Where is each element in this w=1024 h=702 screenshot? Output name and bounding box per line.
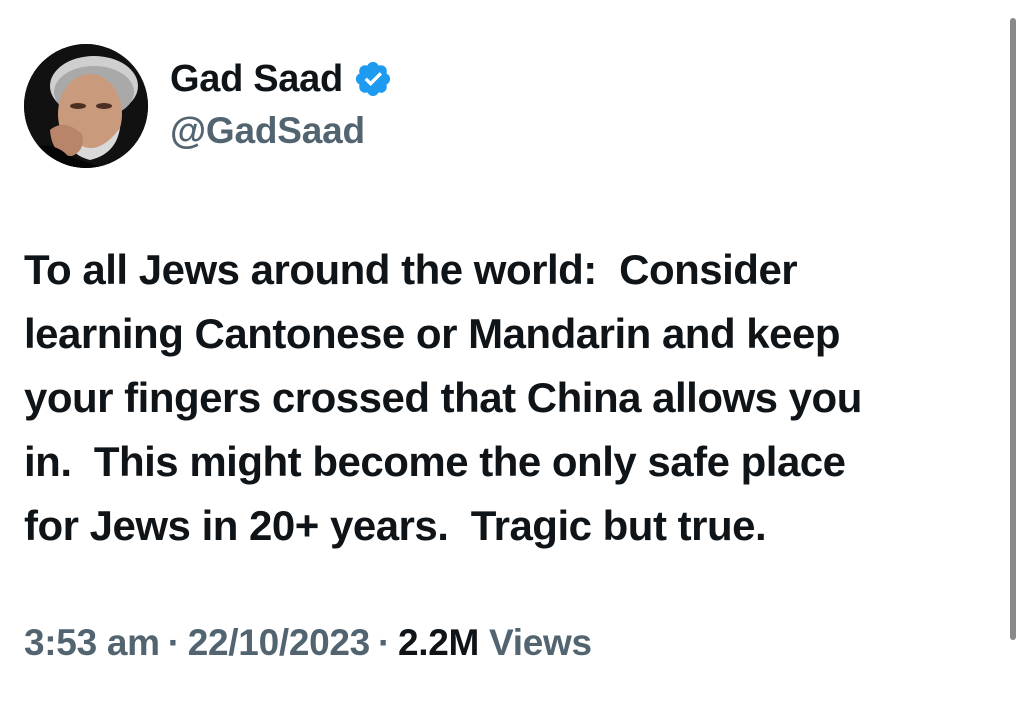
meta-separator: ·: [377, 622, 390, 663]
tweet-text-line: your fingers crossed that China allows y…: [24, 374, 862, 421]
author-handle[interactable]: @GadSaad: [170, 110, 365, 152]
tweet-card: Gad Saad @GadSaad To all Jews around the…: [0, 0, 1024, 702]
avatar[interactable]: [24, 44, 148, 168]
tweet-text: To all Jews around the world: Consider l…: [24, 238, 999, 558]
tweet-text-line: To all Jews around the world: Consider: [24, 246, 798, 293]
author-display-name[interactable]: Gad Saad: [170, 58, 343, 101]
views-label: Views: [489, 622, 592, 663]
views-count: 2.2M: [397, 622, 480, 663]
tweet-date[interactable]: 22/10/2023: [188, 622, 370, 664]
verified-badge-icon: [353, 59, 393, 99]
tweet-text-line: in. This might become the only safe plac…: [24, 438, 846, 485]
tweet-text-line: learning Cantonese or Mandarin and keep: [24, 310, 841, 357]
author-name-row: Gad Saad: [170, 54, 393, 104]
meta-separator: ·: [167, 622, 180, 663]
avatar-image: [24, 44, 148, 168]
tweet-text-line: for Jews in 20+ years. Tragic but true.: [24, 502, 767, 549]
tweet-meta: 3:53 am · 22/10/2023 · 2.2M Views: [24, 622, 592, 664]
tweet-time[interactable]: 3:53 am: [24, 622, 160, 664]
scrollbar[interactable]: [1010, 18, 1016, 640]
